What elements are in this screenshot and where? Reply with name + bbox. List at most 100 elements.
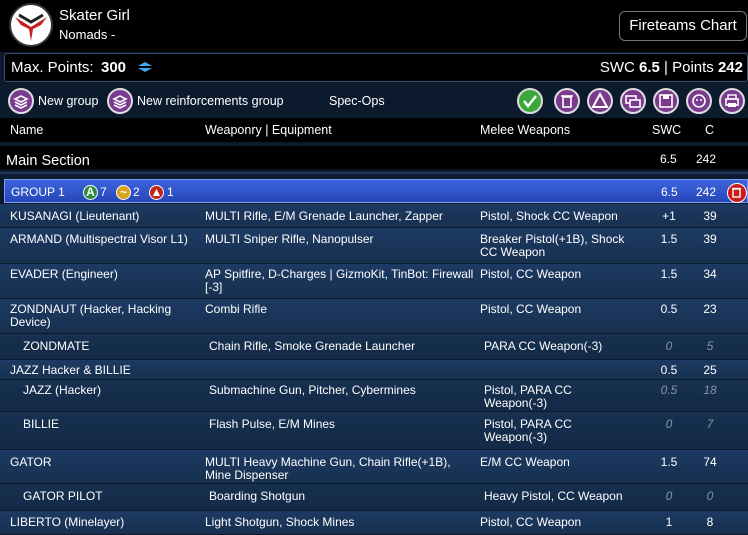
- unit-weapons: Flash Pulse, E/M Mines: [209, 417, 336, 431]
- regular-order-count: 7: [100, 185, 107, 199]
- irregular-order-icon: ~: [116, 185, 131, 200]
- unit-swc: +1: [662, 209, 676, 223]
- table-row[interactable]: JAZZ Hacker & BILLIE 0.5 25: [0, 360, 748, 380]
- new-group-icon[interactable]: [8, 88, 34, 114]
- unit-melee: E/M CC Weapon: [480, 455, 570, 469]
- unit-cost: 5: [706, 339, 714, 353]
- new-reinforcements-icon[interactable]: [107, 88, 133, 114]
- unit-name: GATOR PILOT: [23, 489, 103, 503]
- new-group-button[interactable]: New group: [38, 94, 98, 108]
- table-row[interactable]: GATOR PILOT Boarding Shotgun Heavy Pisto…: [0, 484, 748, 511]
- unit-swc: 1.5: [660, 267, 678, 281]
- unit-melee: Pistol, CC Weapon: [480, 515, 582, 529]
- max-points-label: Max. Points:: [11, 59, 94, 76]
- table-row[interactable]: ZONDMATE Chain Rifle, Smoke Grenade Laun…: [0, 334, 748, 360]
- column-headers: Name Weaponry | Equipment Melee Weapons …: [0, 118, 748, 142]
- points-label: | Points: [664, 59, 714, 76]
- unit-swc: 1.5: [660, 232, 678, 246]
- table-row[interactable]: LIBERTO (Minelayer) Light Shotgun, Shock…: [0, 511, 748, 535]
- unit-swc: 0: [665, 339, 673, 353]
- army-faction: Nomads -: [59, 27, 116, 42]
- save-icon[interactable]: [653, 88, 679, 114]
- unit-cost: 18: [703, 383, 717, 397]
- unit-swc: 0.5: [660, 383, 678, 397]
- unit-name: JAZZ Hacker & BILLIE: [10, 363, 131, 377]
- table-row[interactable]: KUSANAGI (Lieutenant) MULTI Rifle, E/M G…: [0, 204, 748, 228]
- table-row[interactable]: GATOR MULTI Heavy Machine Gun, Chain Rif…: [0, 450, 748, 484]
- unit-cost: 25: [703, 363, 717, 377]
- validate-check-icon[interactable]: [517, 88, 543, 114]
- unit-weapons: MULTI Sniper Rifle, Nanopulser: [205, 232, 374, 246]
- unit-name: ZONDMATE: [23, 339, 90, 353]
- unit-name: ARMAND (Multispectral Visor L1): [10, 232, 188, 246]
- unit-name: ZONDNAUT (Hacker, Hacking Device): [10, 302, 172, 329]
- unit-name: KUSANAGI (Lieutenant): [10, 209, 140, 223]
- unit-weapons: MULTI Heavy Machine Gun, Chain Rifle(+1B…: [205, 455, 451, 482]
- unit-cost: 34: [703, 267, 717, 281]
- unit-name: EVADER (Engineer): [10, 267, 118, 281]
- main-section-header: Main Section 6.5 242: [0, 146, 748, 174]
- unit-melee: Breaker Pistol(+1B), Shock CC Weapon: [480, 232, 625, 259]
- fireteams-chart-button[interactable]: Fireteams Chart: [619, 11, 747, 41]
- delete-list-icon[interactable]: [554, 88, 580, 114]
- unit-name: BILLIE: [23, 417, 60, 431]
- unit-name: LIBERTO (Minelayer): [10, 515, 125, 529]
- unit-melee: Pistol, CC Weapon: [480, 267, 582, 281]
- unit-melee: PARA CC Weapon(-3): [484, 339, 603, 353]
- unit-weapons: Chain Rifle, Smoke Grenade Launcher: [209, 339, 416, 353]
- col-swc: SWC: [652, 123, 682, 137]
- group-swc: 6.5: [661, 185, 678, 199]
- spec-ops-button[interactable]: Spec-Ops: [329, 94, 385, 108]
- points-bar: Max. Points: 300 SWC 6.5 | Points 242: [4, 53, 748, 82]
- unit-cost: 23: [703, 302, 717, 316]
- table-row[interactable]: JAZZ (Hacker) Submachine Gun, Pitcher, C…: [0, 380, 748, 412]
- section-swc: 6.5: [660, 152, 677, 166]
- table-row[interactable]: ZONDNAUT (Hacker, Hacking Device) Combi …: [0, 299, 748, 334]
- unit-weapons: Light Shotgun, Shock Mines: [205, 515, 355, 529]
- unit-cost: 39: [703, 209, 717, 223]
- unit-swc: 0: [665, 417, 673, 431]
- unit-name: GATOR: [10, 455, 52, 469]
- unit-cost: 39: [703, 232, 717, 246]
- unit-name: JAZZ (Hacker): [23, 383, 101, 397]
- max-points-dropdown-icon[interactable]: [136, 60, 154, 77]
- unit-melee: Pistol, PARA CC Weapon(-3): [484, 383, 572, 410]
- max-points-value[interactable]: 300: [101, 59, 126, 76]
- unit-swc: 1: [665, 515, 673, 529]
- regular-order-icon: A: [83, 185, 98, 200]
- toolbar: New group New reinforcements group Spec-…: [0, 84, 748, 118]
- unit-weapons: Boarding Shotgun: [209, 489, 306, 503]
- impetuous-order-count: 1: [167, 185, 174, 199]
- triangle-icon[interactable]: [587, 88, 613, 114]
- unit-swc: 1.5: [660, 455, 678, 469]
- chat-icon[interactable]: [620, 88, 646, 114]
- face-icon[interactable]: [686, 88, 712, 114]
- section-cost: 242: [696, 152, 717, 166]
- print-icon[interactable]: [719, 88, 745, 114]
- table-row[interactable]: ARMAND (Multispectral Visor L1) MULTI Sn…: [0, 228, 748, 264]
- irregular-order-count: 2: [133, 185, 140, 199]
- unit-weapons: AP Spitfire, D-Charges | GizmoKit, TinBo…: [205, 267, 474, 294]
- unit-melee: Pistol, Shock CC Weapon: [480, 209, 618, 223]
- unit-melee: Pistol, PARA CC Weapon(-3): [484, 417, 572, 444]
- group-cost: 242: [696, 185, 717, 199]
- impetuous-order-icon: ▲: [149, 185, 164, 200]
- unit-weapons: Submachine Gun, Pitcher, Cybermines: [209, 383, 416, 397]
- swc-points-summary: SWC 6.5 | Points 242: [600, 59, 743, 76]
- table-row[interactable]: BILLIE Flash Pulse, E/M Mines Pistol, PA…: [0, 412, 748, 450]
- group-label: GROUP 1: [11, 185, 65, 199]
- army-header: Skater Girl Nomads - Fireteams Chart: [0, 0, 748, 52]
- group-header-row[interactable]: GROUP 1 A 7 ~ 2 ▲ 1 6.5 242: [4, 179, 748, 203]
- delete-group-trash-icon[interactable]: [727, 183, 747, 203]
- points-value: 242: [717, 59, 743, 76]
- army-list-name: Skater Girl: [59, 7, 130, 24]
- unit-cost: 8: [706, 515, 714, 529]
- unit-swc: 0.5: [660, 363, 678, 377]
- col-name: Name: [10, 123, 44, 137]
- unit-melee: Heavy Pistol, CC Weapon: [484, 489, 623, 503]
- new-reinforcements-button[interactable]: New reinforcements group: [137, 94, 284, 108]
- col-cost: C: [705, 123, 715, 137]
- unit-swc: 0.5: [660, 302, 678, 316]
- table-row[interactable]: EVADER (Engineer) AP Spitfire, D-Charges…: [0, 264, 748, 299]
- unit-cost: 0: [706, 489, 714, 503]
